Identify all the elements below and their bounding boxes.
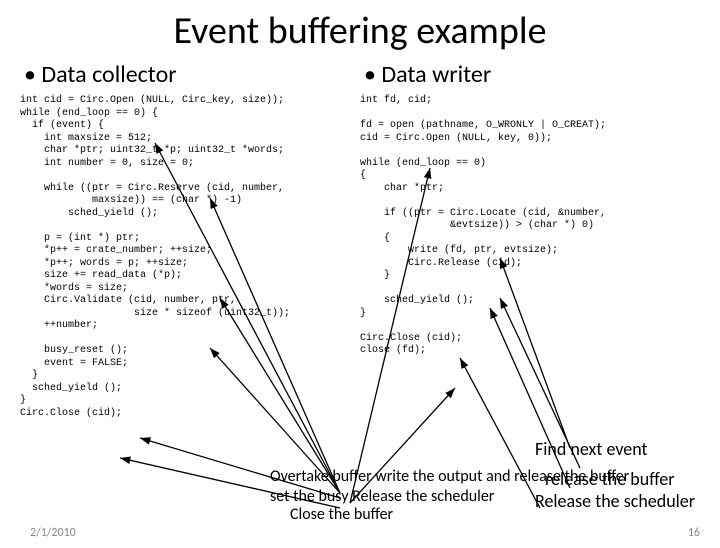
right-heading: Data writer [382, 60, 700, 89]
left-heading: Data collector [42, 60, 360, 89]
footer-page: 16 [688, 526, 700, 540]
overlap-line-2: set the busy Release the scheduler [270, 488, 494, 506]
footer-date: 2/1/2010 [30, 526, 76, 540]
annotation-find-next: Find next event [535, 438, 648, 460]
footer: 2/1/2010 16 [30, 526, 700, 540]
right-code: int fd, cid; fd = open (pathname, O_WRON… [360, 95, 700, 358]
overlap-line-1: Overtake buffer write the output and rel… [270, 468, 629, 486]
columns: Data collector int cid = Circ.Open (NULL… [0, 60, 720, 420]
annotation-release-sched: Release the scheduler [535, 490, 695, 512]
left-column: Data collector int cid = Circ.Open (NULL… [20, 60, 360, 420]
overlap-line-3: Close the buffer [290, 506, 393, 524]
left-code: int cid = Circ.Open (NULL, Circ_key, siz… [20, 95, 360, 420]
right-column: Data writer int fd, cid; fd = open (path… [360, 60, 700, 420]
slide-title: Event buffering example [0, 8, 720, 54]
